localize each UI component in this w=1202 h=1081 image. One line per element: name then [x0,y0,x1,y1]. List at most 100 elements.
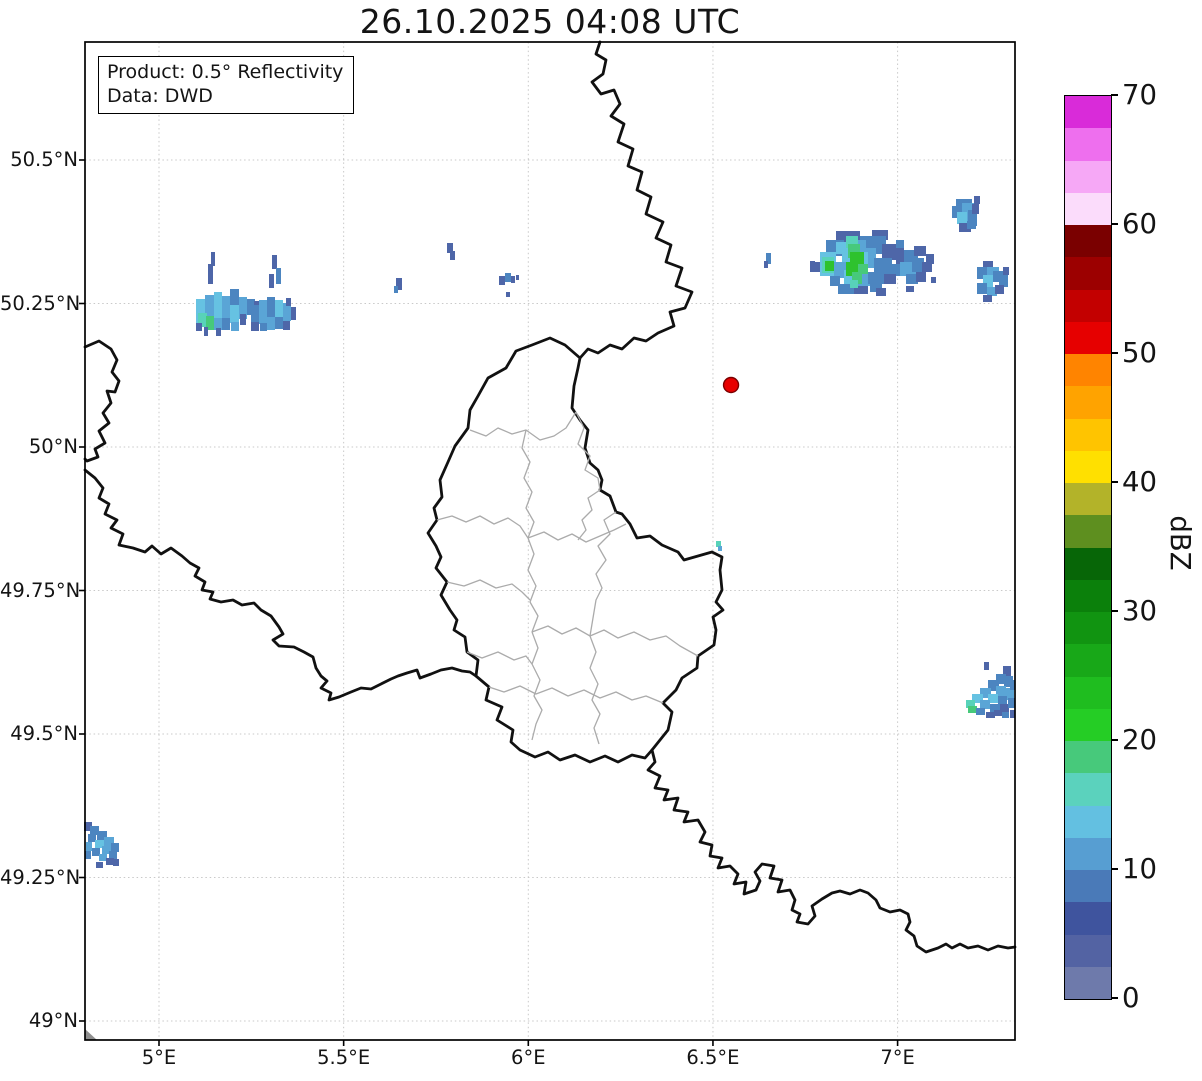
radar-echo-cell [511,276,515,283]
radar-echo-cell [825,261,834,271]
radar-echo-cell [208,264,213,284]
colorbar-tick [1111,997,1118,999]
lon-tick-label: 6.5°E [686,1046,740,1069]
radar-echo-layer [84,196,1015,868]
data-source-line: Data: DWD [107,85,213,107]
radar-echo-cell [986,712,995,718]
colorbar-segment-12.5dbz [1065,805,1111,838]
colorbar-segment-50dbz [1065,321,1111,354]
colorbar-tick-label: 50 [1122,337,1157,369]
axis-ticks [79,159,899,1046]
radar-echo-cell [718,546,722,551]
radar-echo-cell [231,322,239,331]
radar-echo-cell [967,221,976,229]
radar-echo-cell [830,276,840,286]
colorbar-segment-7.5dbz [1065,870,1111,903]
radar-echo-cell [505,273,511,282]
radar-echo-cell [984,662,989,670]
radar-echo-cell [214,292,222,318]
radar-echo-cell [995,285,1004,294]
colorbar-tick [1111,94,1118,96]
radar-map [79,40,1017,1046]
map-corner-fragment [85,1029,97,1040]
radar-echo-cell [275,300,283,317]
colorbar-segment-20dbz [1065,708,1111,741]
radar-echo-cell [896,240,904,248]
radar-figure: 26.10.2025 04:08 UTC Product: 0.5° Refle… [0,0,1202,1081]
colorbar-tick-label: 70 [1122,79,1157,111]
radar-echo-cell [286,298,291,306]
colorbar-tick [1111,223,1118,225]
colorbar-tick [1111,610,1118,612]
radar-echo-cell [222,296,230,320]
radar-echo-cell [276,268,281,284]
radar-echo-cell [868,272,884,284]
radar-echo-cell [211,252,215,266]
radar-echo-cell [914,246,926,256]
lon-tick-label: 6°E [511,1046,546,1069]
radar-echo-cell [88,834,96,842]
radar-echo-cell [1008,698,1015,708]
radar-echo-cell [96,862,103,868]
colorbar-tick [1111,868,1118,870]
colorbar-segment-30dbz [1065,579,1111,612]
map-frame [84,41,1016,1041]
radar-echo-cell [251,322,259,331]
colorbar-tick-label: 0 [1122,982,1140,1014]
radar-echo-cell [111,843,119,852]
radar-echo-cell [1002,712,1009,718]
radar-echo-cell [394,286,398,293]
radar-echo-cell [974,196,980,204]
product-info-box: Product: 0.5° Reflectivity Data: DWD [98,56,355,114]
radar-echo-cell [106,858,114,865]
radar-site-marker-layer [722,376,740,394]
radar-echo-cell [230,305,239,323]
lon-tick-label: 5.5°E [317,1046,371,1069]
border-peninsula-west [83,339,121,463]
border-france-germany [646,748,1017,954]
radar-echo-cell [976,708,985,715]
radar-echo-cell [113,859,119,866]
border-france-belgium [83,468,478,702]
lat-tick-label: 50°N [28,435,78,458]
radar-echo-cell [251,305,259,323]
radar-echo-cell [230,289,239,305]
radar-echo-cell [86,842,92,851]
radar-echo-cell [267,317,275,330]
colorbar-segment-52.5dbz [1065,289,1111,322]
colorbar-segment-17.5dbz [1065,741,1111,774]
radar-echo-cell [269,274,274,288]
radar-echo-cell [259,300,267,324]
radar-echo-cell [291,307,296,320]
product-info-line: Product: 0.5° Reflectivity [107,61,344,83]
radar-echo-cell [994,710,1002,716]
colorbar-segment-27.5dbz [1065,612,1111,645]
radar-echo-cell [926,254,934,264]
radar-echo-cell [216,328,221,336]
colorbar-segment-65dbz [1065,128,1111,161]
radar-echo-cell [810,262,820,272]
colorbar-segment-10dbz [1065,837,1111,870]
colorbar-segment-0dbz [1065,966,1111,999]
radar-echo-cell [957,212,967,224]
colorbar-segment-2.5dbz [1065,934,1111,967]
colorbar-segment-5dbz [1065,902,1111,935]
radar-echo-cell [884,274,896,284]
colorbar-tick [1111,481,1118,483]
radar-echo-cell [222,318,230,330]
colorbar-unit-label: dBZ [1164,515,1196,571]
colorbar-tick [1111,739,1118,741]
colorbar-tick [1111,352,1118,354]
radar-echo-cell [980,700,990,709]
colorbar-tick-label: 60 [1122,208,1157,240]
radar-echo-cell [204,327,208,336]
radar-echo-cell [499,276,505,285]
radar-echo-cell [283,321,290,330]
colorbar-segment-15dbz [1065,773,1111,806]
radar-echo-cell [850,280,858,288]
lat-tick-label: 49.25°N [0,865,81,889]
colorbar-tick-label: 20 [1122,724,1157,756]
colorbar-segment-47.5dbz [1065,354,1111,387]
colorbar-tick-label: 40 [1122,466,1157,498]
colorbar-tick-label: 30 [1122,595,1157,627]
